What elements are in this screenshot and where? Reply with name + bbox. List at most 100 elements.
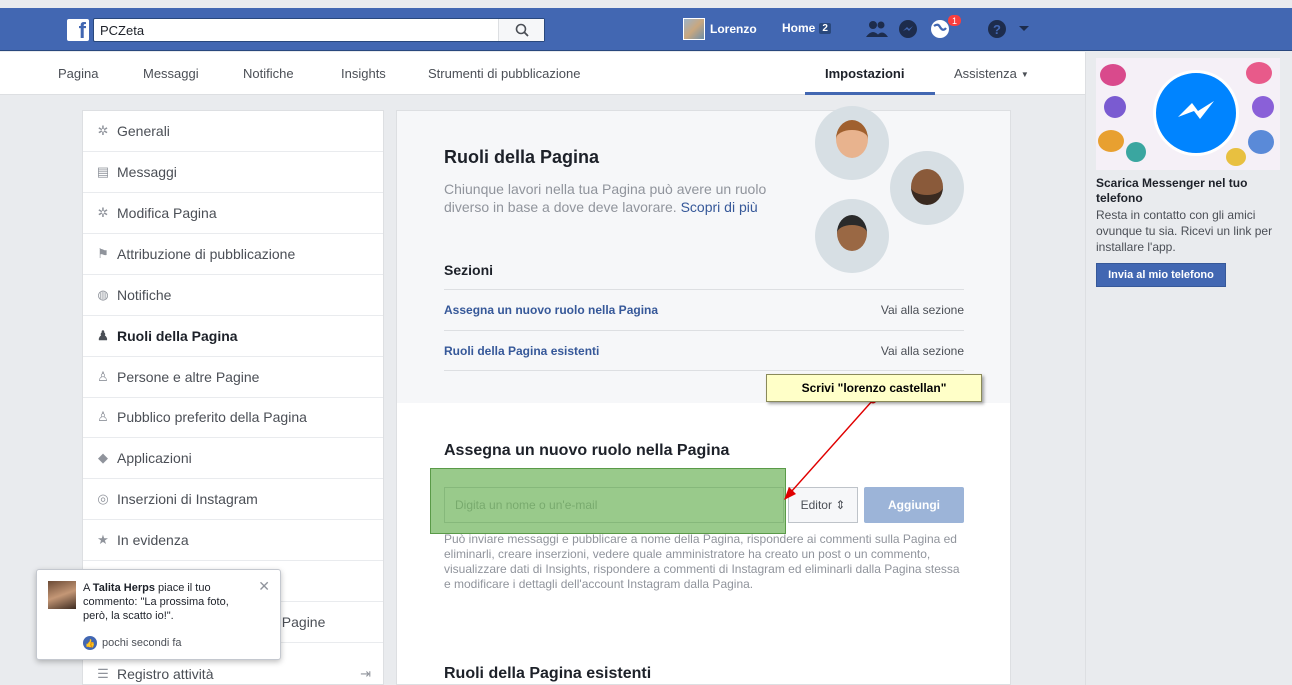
tab-strumenti-pubblicazione[interactable]: Strumenti di pubblicazione: [428, 66, 580, 81]
like-icon: 👍: [83, 636, 97, 650]
send-to-phone-button[interactable]: Invia al mio telefono: [1096, 263, 1226, 287]
sidebar-item-applicazioni[interactable]: ◆ Applicazioni: [83, 438, 383, 479]
add-button[interactable]: Aggiungi: [864, 487, 964, 523]
right-column: Scarica Messenger nel tuo telefono Resta…: [1085, 52, 1292, 685]
instruction-tooltip: Scrivi "lorenzo castellan": [766, 374, 982, 402]
sections-title: Sezioni: [444, 262, 494, 278]
sidebar-item-ruoli-pagina[interactable]: ♟ Ruoli della Pagina: [83, 316, 383, 357]
illustration-avatar-3: [815, 199, 889, 273]
page-nav: Pagina Messaggi Notifiche Insights Strum…: [0, 52, 1085, 95]
sidebar-item-notifiche[interactable]: ◍ Notifiche: [83, 275, 383, 316]
sidebar-item-attribuzione[interactable]: ⚑ Attribuzione di pubblicazione: [83, 234, 383, 275]
tab-assistenza-label: Assistenza: [954, 66, 1017, 81]
messenger-logo-icon: [1153, 70, 1239, 156]
sidebar-item-label: Registro attività: [117, 665, 214, 682]
sidebar-item-label: Pubblico preferito della Pagina: [117, 409, 307, 425]
section-row-assign[interactable]: Assegna un nuovo ruolo nella Pagina Vai …: [444, 289, 964, 330]
messenger-ad-image[interactable]: [1096, 58, 1280, 170]
sidebar-item-label: Messaggi: [117, 164, 177, 180]
tab-insights[interactable]: Insights: [341, 66, 386, 81]
avatar: [48, 581, 76, 609]
tab-pagina[interactable]: Pagina: [58, 66, 98, 81]
avatar: [683, 18, 705, 40]
page-description: Chiunque lavori nella tua Pagina può ave…: [444, 180, 794, 216]
search-input[interactable]: [94, 19, 494, 41]
cube-icon: ◆: [98, 450, 108, 465]
home-label: Home: [782, 21, 816, 35]
star-icon: ★: [97, 532, 109, 547]
instagram-icon: ◎: [97, 491, 109, 506]
account-menu-chevron-down-icon[interactable]: [1012, 17, 1036, 41]
messages-icon: ▤: [96, 164, 110, 179]
sidebar-item-label: In evidenza: [117, 532, 189, 548]
sidebar-item-persone[interactable]: ♙ Persone e altre Pagine: [83, 357, 383, 398]
search-icon: [515, 23, 529, 37]
gear-icon: ✲: [97, 123, 109, 138]
sidebar-item-label: Ruoli della Pagina: [117, 328, 238, 344]
person-icon: ♟: [97, 328, 109, 343]
roles-header-section: Ruoli della Pagina Chiunque lavori nella…: [397, 106, 1010, 403]
role-select[interactable]: Editor ⇕: [788, 487, 858, 523]
notification-prefix: A: [83, 582, 93, 594]
sidebar-item-messaggi[interactable]: ▤ Messaggi: [83, 152, 383, 193]
facebook-logo-icon[interactable]: f: [67, 19, 89, 41]
profile-link[interactable]: Lorenzo: [683, 18, 757, 40]
sidebar-item-label: Applicazioni: [117, 450, 192, 466]
sidebar-item-in-evidenza[interactable]: ★ In evidenza: [83, 520, 383, 561]
caret-down-icon: ▼: [1020, 70, 1029, 80]
flag-icon: ⚑: [97, 246, 109, 261]
globe-icon: ◍: [97, 287, 109, 302]
notification-time-label: pochi secondi fa: [102, 637, 182, 649]
notification-text: A Talita Herps piace il tuo commento: "L…: [83, 581, 253, 623]
sidebar-item-modifica-pagina[interactable]: ✲ Modifica Pagina: [83, 193, 383, 234]
illustration-avatar-1: [815, 106, 889, 180]
role-select-value: Editor: [800, 498, 832, 512]
select-arrows-icon: ⇕: [835, 498, 846, 512]
sidebar-item-label: Inserzioni di Instagram: [117, 491, 258, 507]
tab-notifiche[interactable]: Notifiche: [243, 66, 294, 81]
search-button[interactable]: [498, 19, 544, 41]
section-link-assign[interactable]: Assegna un nuovo ruolo nella Pagina: [444, 303, 658, 317]
sidebar-item-label: Attribuzione di pubblicazione: [117, 246, 296, 262]
active-tab-indicator: [805, 92, 935, 95]
illustration-avatar-2: [890, 151, 964, 225]
sidebar-item-pubblico[interactable]: ♙ Pubblico preferito della Pagina: [83, 397, 383, 438]
page-title: Ruoli della Pagina: [444, 147, 600, 167]
tab-messaggi[interactable]: Messaggi: [143, 66, 199, 81]
svg-text:?: ?: [993, 22, 1001, 37]
go-to-section-link[interactable]: Vai alla sezione: [881, 344, 964, 358]
sidebar-item-label: Notifiche: [117, 287, 172, 303]
home-link[interactable]: Home 2: [782, 21, 831, 35]
ad-body: Resta in contatto con gli amici ovunque …: [1096, 208, 1273, 254]
existing-roles-title: Ruoli della Pagina esistenti: [444, 665, 652, 682]
close-icon[interactable]: ✕: [258, 578, 270, 595]
messenger-icon[interactable]: [896, 17, 920, 41]
notification-time: 👍 pochi secondi fa: [83, 636, 182, 650]
section-link-existing[interactable]: Ruoli della Pagina esistenti: [444, 344, 599, 358]
profile-name: Lorenzo: [710, 22, 757, 36]
sidebar-item-generali[interactable]: ✲ Generali: [83, 111, 383, 152]
assign-role-title: Assegna un nuovo ruolo nella Pagina: [444, 442, 730, 459]
list-icon: ☰: [97, 665, 109, 681]
person-plus-icon: ♙: [97, 369, 109, 384]
highlight-box: [430, 468, 786, 534]
home-count-badge: 2: [819, 22, 831, 34]
notification-user: Talita Herps: [92, 582, 155, 594]
tab-assistenza[interactable]: Assistenza ▼: [954, 66, 1029, 81]
notification-badge: 1: [947, 14, 963, 27]
section-row-existing[interactable]: Ruoli della Pagina esistenti Vai alla se…: [444, 330, 964, 371]
help-icon[interactable]: ?: [985, 17, 1009, 41]
go-to-section-link[interactable]: Vai alla sezione: [881, 303, 964, 317]
sidebar-item-instagram[interactable]: ◎ Inserzioni di Instagram: [83, 479, 383, 520]
person-plus-icon: ♙: [97, 409, 109, 424]
ad-title[interactable]: Scarica Messenger nel tuo telefono: [1096, 176, 1286, 206]
search-box[interactable]: [93, 18, 545, 42]
friend-requests-icon[interactable]: [865, 17, 889, 41]
sidebar-item-label: Generali: [117, 123, 170, 139]
notification-popup[interactable]: A Talita Herps piace il tuo commento: "L…: [36, 569, 281, 660]
tab-impostazioni[interactable]: Impostazioni: [825, 66, 904, 81]
open-external-icon: ⇥: [360, 665, 371, 681]
sidebar-item-label: Modifica Pagina: [117, 205, 217, 221]
role-description-text: Può inviare messaggi e pubblicare a nome…: [444, 532, 960, 591]
learn-more-link[interactable]: Scopri di più: [681, 199, 758, 215]
